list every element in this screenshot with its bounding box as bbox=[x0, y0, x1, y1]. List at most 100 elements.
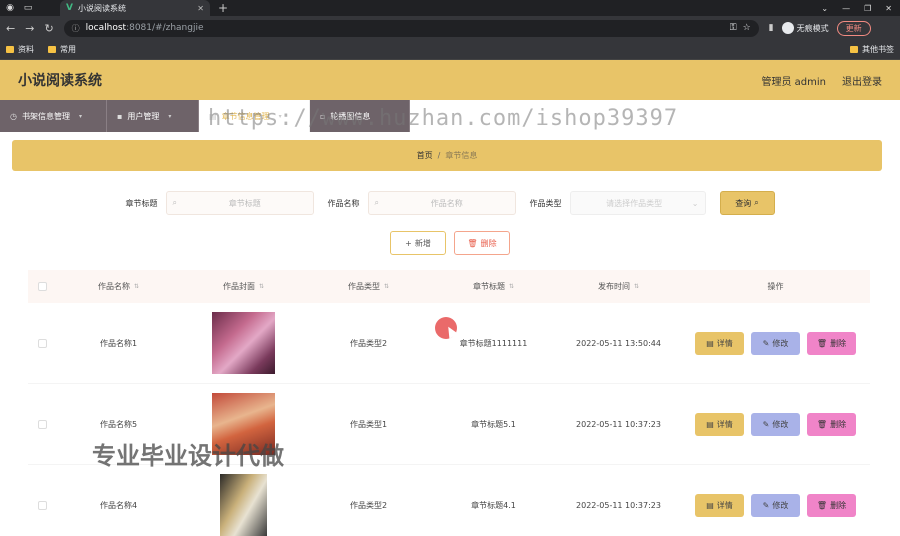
cover-cell bbox=[181, 465, 306, 536]
bookmark-label: 常用 bbox=[60, 45, 76, 54]
cover-image[interactable] bbox=[212, 393, 275, 455]
info-icon[interactable]: ⓘ bbox=[72, 23, 80, 34]
header-right: 管理员 admin 退出登录 bbox=[761, 73, 882, 88]
edit-button[interactable]: ✎ 修改 bbox=[751, 493, 800, 517]
column-label: 操作 bbox=[767, 282, 784, 291]
select-all-cell bbox=[28, 270, 56, 303]
column-header[interactable]: 作品名称 ⇅ bbox=[56, 270, 181, 303]
detail-button[interactable]: ▤ 详情 bbox=[695, 412, 744, 436]
select-all-checkbox[interactable] bbox=[37, 282, 47, 291]
batch-delete-button[interactable]: 🗑 删除 bbox=[454, 231, 510, 255]
row-checkbox[interactable] bbox=[37, 338, 47, 348]
delete-button[interactable]: 🗑 删除 bbox=[807, 412, 856, 436]
bookmarks-bar: 资料 常用 其他书签 bbox=[0, 40, 900, 60]
search-icon: ⌕ bbox=[374, 198, 379, 207]
menu-item-carousel[interactable]: ▫ 轮播图信息 bbox=[310, 100, 410, 132]
incognito-label: 无痕模式 bbox=[796, 23, 829, 33]
forward-icon[interactable]: → bbox=[25, 22, 34, 35]
edit-button[interactable]: ✎ 修改 bbox=[751, 331, 800, 355]
tab-search-icon[interactable]: ▭ bbox=[22, 2, 34, 14]
column-header[interactable]: 发布时间 ⇅ bbox=[556, 270, 681, 303]
cover-cell bbox=[181, 303, 306, 383]
cover-image[interactable] bbox=[220, 474, 267, 536]
chevron-down-icon[interactable]: ⌄ bbox=[821, 4, 828, 13]
star-icon[interactable]: ☆ bbox=[743, 23, 751, 33]
edit-button[interactable]: ✎ 修改 bbox=[751, 412, 800, 436]
reload-icon[interactable]: ↻ bbox=[44, 22, 53, 35]
app-header: 小说阅读系统 管理员 admin 退出登录 bbox=[0, 60, 900, 100]
browser-tab[interactable]: V 小说阅读系统 ✕ bbox=[60, 0, 210, 16]
query-button[interactable]: 查询 ⌕ bbox=[719, 191, 775, 215]
breadcrumb: 首页 / 章节信息 bbox=[12, 140, 882, 171]
new-tab-icon[interactable]: + bbox=[218, 1, 228, 15]
delete-button[interactable]: 🗑 删除 bbox=[807, 331, 856, 355]
incognito-indicator[interactable]: 无痕模式 bbox=[781, 22, 829, 34]
browser-menu-icon[interactable]: ◉ bbox=[4, 2, 16, 14]
column-header[interactable]: 章节标题 ⇅ bbox=[431, 270, 556, 303]
key-icon[interactable]: ⚿ bbox=[730, 23, 737, 33]
column-label: 作品名称 bbox=[97, 282, 130, 291]
cover-image[interactable] bbox=[212, 312, 275, 374]
publish-time-cell: 2022-05-11 10:37:23 bbox=[576, 419, 661, 429]
search-icon: ⌕ bbox=[172, 198, 177, 207]
row-select-cell bbox=[28, 303, 56, 383]
plus-icon: + bbox=[405, 238, 412, 248]
addressbar-right: ▮ 无痕模式 更新 bbox=[769, 20, 871, 36]
publish-time-cell: 2022-05-11 10:37:23 bbox=[576, 500, 661, 510]
publish-time-cell: 2022-05-11 13:50:44 bbox=[576, 338, 661, 348]
detail-label: 详情 bbox=[716, 338, 733, 348]
close-tab-icon[interactable]: ✕ bbox=[197, 4, 204, 13]
document-icon: ▤ bbox=[706, 500, 714, 510]
minimize-icon[interactable]: — bbox=[842, 4, 850, 13]
sort-icon[interactable]: ⇅ bbox=[509, 283, 514, 290]
other-bookmarks[interactable]: 其他书签 bbox=[850, 44, 894, 55]
work-name-cell: 作品名称5 bbox=[99, 419, 138, 429]
table-row: 作品名称4 作品类型2 章节标题4.1 2022-05-11 10:37:23 … bbox=[28, 465, 870, 536]
detail-button[interactable]: ▤ 详情 bbox=[695, 331, 744, 355]
url-input[interactable]: ⓘ localhost:8081/#/zhangjie ⚿ ☆ bbox=[63, 19, 759, 37]
back-icon[interactable]: ← bbox=[6, 22, 15, 35]
add-button[interactable]: + 新增 bbox=[390, 231, 446, 255]
sort-icon[interactable]: ⇅ bbox=[134, 283, 139, 290]
column-header[interactable]: 作品封面 ⇅ bbox=[181, 270, 306, 303]
chevron-down-icon: ⌄ bbox=[691, 198, 699, 208]
close-window-icon[interactable]: ✕ bbox=[885, 4, 892, 13]
detail-button[interactable]: ▤ 详情 bbox=[695, 493, 744, 517]
top-menu: ◷ 书架信息管理 ▾ ▪ 用户管理 ▾ ▤ 章节信息管理 ▾ ▫ 轮播图信息 bbox=[0, 100, 900, 132]
menu-item-users[interactable]: ▪ 用户管理 ▾ bbox=[107, 100, 199, 132]
delete-button[interactable]: 🗑 删除 bbox=[807, 493, 856, 517]
bookmark-folder[interactable]: 资料 bbox=[6, 44, 34, 55]
breadcrumb-home[interactable]: 首页 bbox=[417, 150, 433, 161]
menu-item-chapters[interactable]: ▤ 章节信息管理 ▾ bbox=[199, 100, 310, 132]
type-select[interactable]: 请选择作品类型 ⌄ bbox=[569, 191, 706, 215]
update-button[interactable]: 更新 bbox=[836, 20, 871, 36]
action-row: + 新增 🗑 删除 bbox=[0, 231, 900, 255]
logout-link[interactable]: 退出登录 bbox=[842, 73, 882, 88]
chapter-search-input[interactable]: ⌕ 章节标题 bbox=[165, 191, 314, 215]
chapter-placeholder: 章节标题 bbox=[228, 198, 261, 208]
operations-cell: ▤ 详情 ✎ 修改 🗑 删除 bbox=[681, 465, 870, 536]
work-search-input[interactable]: ⌕ 作品名称 bbox=[367, 191, 516, 215]
restore-icon[interactable]: ❐ bbox=[864, 4, 871, 13]
work-type-cell: 作品类型1 bbox=[349, 419, 388, 429]
sort-icon[interactable]: ⇅ bbox=[634, 283, 639, 290]
chapter-label: 章节标题 bbox=[125, 198, 158, 208]
sort-icon[interactable]: ⇅ bbox=[384, 283, 389, 290]
chevron-down-icon: ▾ bbox=[278, 112, 282, 120]
column-header[interactable]: 作品类型 ⇅ bbox=[306, 270, 431, 303]
breadcrumb-current: 章节信息 bbox=[445, 151, 478, 160]
menu-item-bookshelf[interactable]: ◷ 书架信息管理 ▾ bbox=[0, 100, 107, 132]
add-label: 新增 bbox=[414, 238, 431, 248]
row-checkbox[interactable] bbox=[37, 419, 47, 429]
work-type-cell: 作品类型2 bbox=[349, 338, 388, 348]
column-label: 作品类型 bbox=[347, 282, 380, 291]
delete-label: 删除 bbox=[480, 238, 497, 248]
bookmark-folder[interactable]: 常用 bbox=[48, 44, 76, 55]
column-header: 操作 bbox=[681, 270, 870, 303]
sort-icon[interactable]: ⇅ bbox=[259, 283, 264, 290]
image-icon: ▫ bbox=[320, 111, 326, 121]
work-name-cell: 作品名称1 bbox=[99, 338, 138, 348]
row-checkbox[interactable] bbox=[37, 500, 47, 510]
user-icon: ▪ bbox=[117, 111, 123, 121]
sidebar-icon[interactable]: ▮ bbox=[769, 23, 774, 33]
